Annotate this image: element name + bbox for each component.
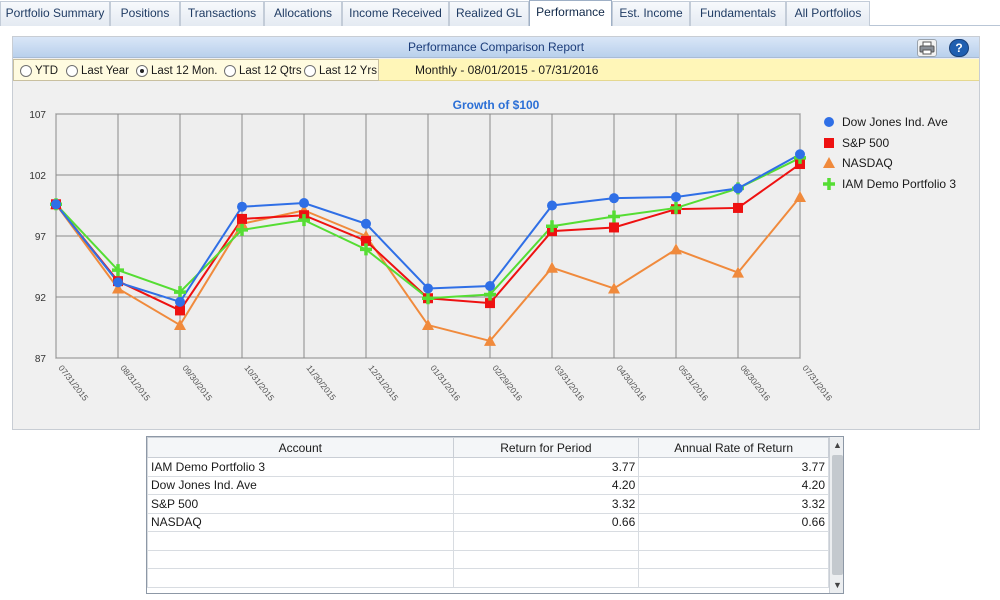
scroll-down-icon[interactable]: ▼ bbox=[830, 577, 843, 593]
radio-label: YTD bbox=[35, 65, 58, 77]
cell-annual-rate bbox=[638, 531, 829, 551]
radio-label: Last 12 Yrs bbox=[319, 65, 377, 77]
radio-last-year[interactable]: Last Year bbox=[66, 63, 129, 79]
tab-bar: Portfolio Summary Positions Transactions… bbox=[0, 0, 1000, 26]
cell-return: 3.77 bbox=[452, 457, 640, 477]
cell-account: Dow Jones Ind. Ave bbox=[147, 475, 454, 495]
scroll-up-icon[interactable]: ▲ bbox=[830, 437, 843, 453]
cell-annual-rate: 3.32 bbox=[638, 494, 829, 514]
radio-label: Last Year bbox=[81, 65, 129, 77]
options-bar: YTD Last Year Last 12 Mon. Last 12 Qtrs … bbox=[13, 59, 979, 81]
cell-annual-rate: 4.20 bbox=[638, 475, 829, 495]
radio-dot bbox=[66, 65, 78, 77]
radio-ytd[interactable]: YTD bbox=[20, 63, 58, 79]
table-row[interactable]: S&P 500 3.32 3.32 bbox=[147, 494, 829, 514]
cell-account bbox=[147, 568, 454, 588]
table-row[interactable] bbox=[147, 531, 829, 551]
table-row[interactable]: IAM Demo Portfolio 3 3.77 3.77 bbox=[147, 457, 829, 477]
tab-income-received[interactable]: Income Received bbox=[342, 1, 449, 26]
cell-return bbox=[452, 568, 640, 588]
table-row[interactable] bbox=[147, 549, 829, 569]
cell-return: 3.32 bbox=[452, 494, 640, 514]
cell-annual-rate: 0.66 bbox=[638, 512, 829, 532]
tab-performance[interactable]: Performance bbox=[529, 0, 612, 26]
tab-all-portfolios[interactable]: All Portfolios bbox=[786, 1, 870, 26]
period-radio-group: YTD Last Year Last 12 Mon. Last 12 Qtrs … bbox=[13, 59, 379, 81]
returns-table: Account Return for Period Annual Rate of… bbox=[146, 436, 844, 594]
cell-return bbox=[452, 531, 640, 551]
cell-account bbox=[147, 531, 454, 551]
cell-account: NASDAQ bbox=[147, 512, 454, 532]
radio-dot bbox=[304, 65, 316, 77]
table-row[interactable]: NASDAQ 0.66 0.66 bbox=[147, 512, 829, 532]
table-row[interactable] bbox=[147, 568, 829, 588]
table-header-row: Account Return for Period Annual Rate of… bbox=[147, 437, 829, 458]
col-account[interactable]: Account bbox=[147, 437, 454, 458]
period-label: Monthly - 08/01/2015 - 07/31/2016 bbox=[415, 63, 599, 77]
cell-annual-rate bbox=[638, 549, 829, 569]
table-scrollbar[interactable]: ▲ ▼ bbox=[829, 437, 843, 593]
radio-last-12-years[interactable]: Last 12 Yrs bbox=[304, 63, 377, 79]
cell-account: IAM Demo Portfolio 3 bbox=[147, 457, 454, 477]
tab-allocations[interactable]: Allocations bbox=[264, 1, 342, 26]
tab-est-income[interactable]: Est. Income bbox=[612, 1, 690, 26]
tab-fundamentals[interactable]: Fundamentals bbox=[690, 1, 786, 26]
radio-dot bbox=[224, 65, 236, 77]
report-title: Performance Comparison Report bbox=[13, 37, 979, 58]
report-panel: Performance Comparison Report ? YTD Last… bbox=[12, 36, 980, 430]
table-row[interactable]: Dow Jones Ind. Ave 4.20 4.20 bbox=[147, 475, 829, 495]
tab-realized-gl[interactable]: Realized GL bbox=[449, 1, 529, 26]
radio-last-12-quarters[interactable]: Last 12 Qtrs bbox=[224, 63, 302, 79]
cell-annual-rate bbox=[638, 568, 829, 588]
radio-dot bbox=[20, 65, 32, 77]
tab-positions[interactable]: Positions bbox=[110, 1, 180, 26]
cell-return: 4.20 bbox=[452, 475, 640, 495]
returns-grid: Account Return for Period Annual Rate of… bbox=[147, 437, 829, 588]
col-return-for-period[interactable]: Return for Period bbox=[452, 437, 640, 458]
cell-account bbox=[147, 549, 454, 569]
scrollbar-thumb[interactable] bbox=[832, 455, 843, 575]
tab-transactions[interactable]: Transactions bbox=[180, 1, 264, 26]
cell-annual-rate: 3.77 bbox=[638, 457, 829, 477]
cell-return bbox=[452, 549, 640, 569]
col-annual-rate[interactable]: Annual Rate of Return bbox=[638, 437, 829, 458]
radio-label: Last 12 Qtrs bbox=[239, 65, 302, 77]
printer-icon[interactable] bbox=[917, 39, 937, 57]
radio-last-12-months[interactable]: Last 12 Mon. bbox=[136, 63, 217, 79]
radio-dot-selected bbox=[136, 65, 148, 77]
cell-account: S&P 500 bbox=[147, 494, 454, 514]
cell-return: 0.66 bbox=[452, 512, 640, 532]
tab-portfolio-summary[interactable]: Portfolio Summary bbox=[0, 1, 110, 26]
radio-label: Last 12 Mon. bbox=[151, 65, 218, 77]
help-icon[interactable]: ? bbox=[949, 39, 969, 57]
